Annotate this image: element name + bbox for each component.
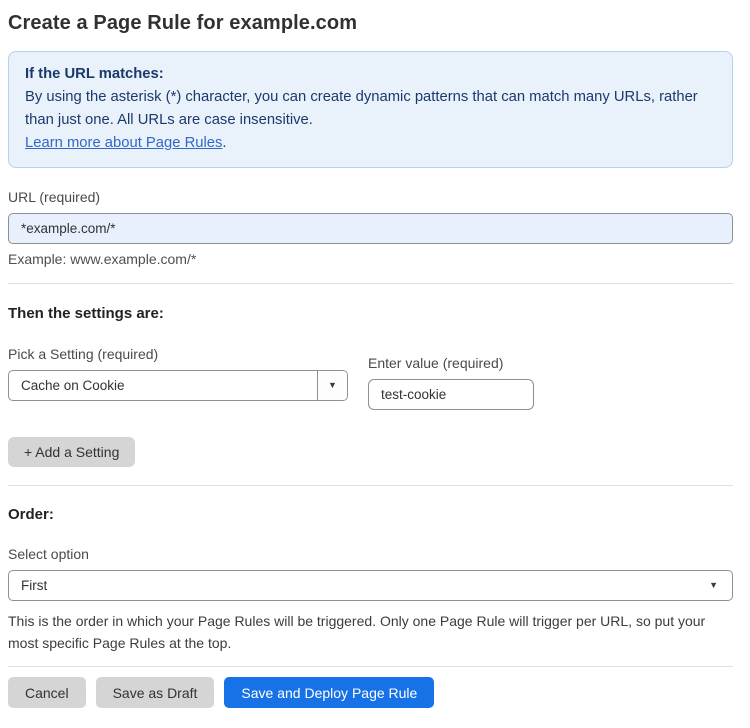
- setting-select-arrow-button[interactable]: ▼: [317, 371, 347, 400]
- divider: [8, 666, 733, 667]
- order-select-label: Select option: [8, 546, 89, 562]
- chevron-down-icon: ▼: [709, 580, 718, 590]
- order-section-heading: Order:: [8, 506, 54, 523]
- chevron-down-icon: ▼: [328, 380, 337, 390]
- setting-select[interactable]: Cache on Cookie ▼: [8, 370, 348, 401]
- divider: [8, 485, 733, 486]
- url-example-helper: Example: www.example.com/*: [8, 251, 197, 267]
- page-title: Create a Page Rule for example.com: [8, 12, 358, 34]
- setting-value-input[interactable]: [368, 379, 534, 410]
- url-field-label: URL (required): [8, 189, 101, 205]
- setting-value-label: Enter value (required): [368, 355, 504, 371]
- setting-picker-column: Pick a Setting (required) Cache on Cooki…: [8, 346, 348, 410]
- learn-more-link[interactable]: Learn more about Page Rules: [25, 135, 222, 151]
- link-suffix: .: [222, 135, 227, 151]
- info-box-heading: If the URL matches:: [25, 66, 164, 82]
- settings-section-heading: Then the settings are:: [8, 305, 164, 322]
- add-setting-button[interactable]: + Add a Setting: [8, 437, 136, 467]
- settings-row: Pick a Setting (required) Cache on Cooki…: [8, 346, 733, 410]
- order-helper-text: This is the order in which your Page Rul…: [8, 613, 706, 651]
- url-match-info-box: If the URL matches: By using the asteris…: [8, 51, 733, 168]
- divider: [8, 283, 733, 284]
- info-box-link-line: Learn more about Page Rules.: [25, 132, 716, 155]
- info-box-body: By using the asterisk (*) character, you…: [25, 89, 698, 128]
- setting-value-column: Enter value (required): [368, 355, 534, 410]
- setting-picker-label: Pick a Setting (required): [8, 346, 159, 362]
- order-select-value: First: [21, 578, 48, 593]
- page-rule-form: Create a Page Rule for example.com If th…: [0, 0, 750, 728]
- setting-select-value: Cache on Cookie: [21, 378, 125, 393]
- order-select[interactable]: First ▼: [8, 570, 733, 601]
- url-input[interactable]: [8, 213, 733, 244]
